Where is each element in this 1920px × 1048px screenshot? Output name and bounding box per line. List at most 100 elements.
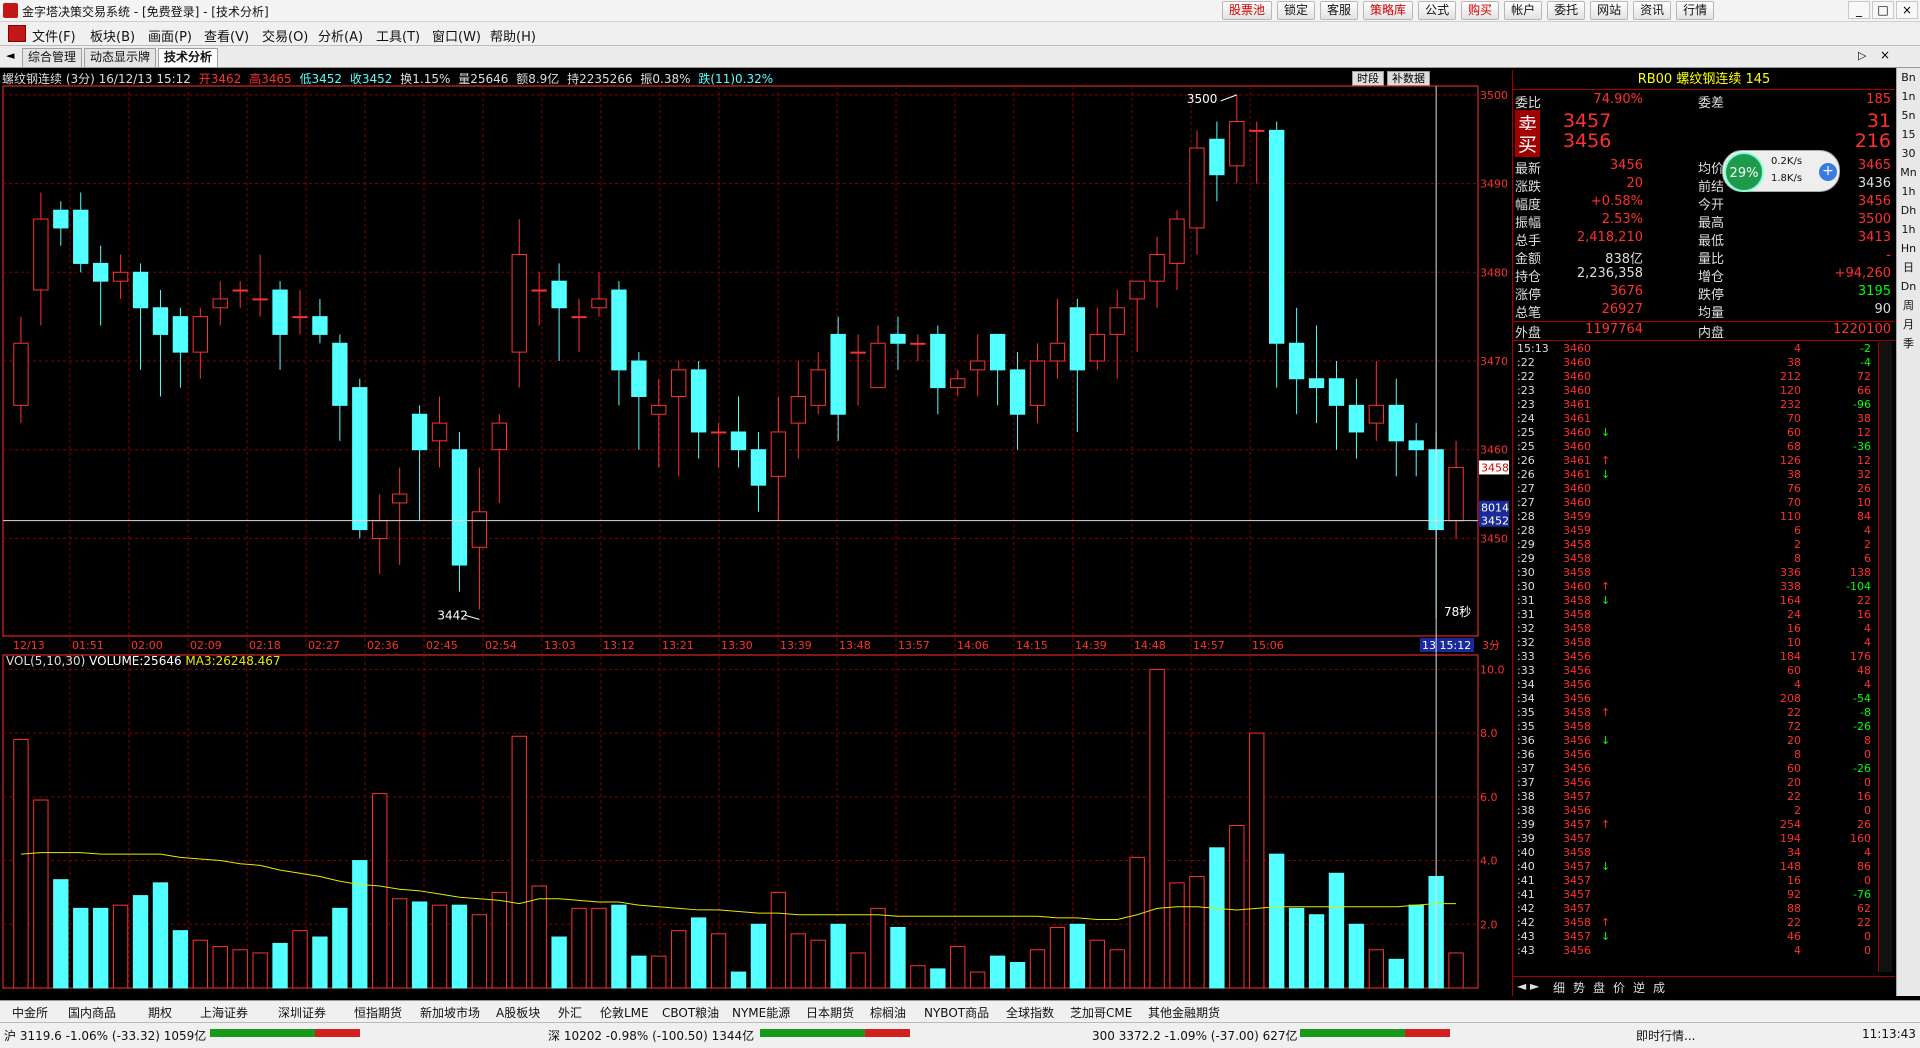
market-tab-11[interactable]: NYME能源 bbox=[732, 1004, 790, 1021]
quote-value: 3676 bbox=[1609, 284, 1643, 299]
top-button-10[interactable]: 行情 bbox=[1676, 1, 1715, 20]
market-tab-16[interactable]: 芝加哥CME bbox=[1070, 1004, 1132, 1021]
tick-time: :37 bbox=[1517, 776, 1535, 789]
footer-nav-icons[interactable]: ◄ ► bbox=[1517, 979, 1539, 993]
minimize-icon[interactable]: _ bbox=[1848, 1, 1870, 19]
footer-tab-0[interactable]: 细 bbox=[1553, 979, 1565, 996]
period-button-12[interactable]: 周 bbox=[1897, 296, 1920, 315]
top-button-9[interactable]: 资讯 bbox=[1633, 1, 1672, 20]
top-button-5[interactable]: 购买 bbox=[1461, 1, 1500, 20]
period-button-2[interactable]: 5n bbox=[1897, 106, 1920, 125]
tick-row: :40 3457 ↓ 148 86 bbox=[1513, 860, 1895, 874]
tick-scrollbar[interactable] bbox=[1878, 342, 1892, 972]
market-tab-4[interactable]: 深圳证券 bbox=[278, 1004, 326, 1021]
top-button-4[interactable]: 公式 bbox=[1418, 1, 1457, 20]
market-tab-6[interactable]: 新加坡市场 bbox=[420, 1004, 480, 1021]
period-button-10[interactable]: 日 bbox=[1897, 258, 1920, 277]
quote-value2: +94,260 bbox=[1834, 266, 1891, 281]
candle-body bbox=[1189, 147, 1205, 229]
top-button-0[interactable]: 股票池 bbox=[1222, 1, 1273, 20]
top-button-1[interactable]: 锁定 bbox=[1277, 1, 1316, 20]
footer-tab-4[interactable]: 逆 bbox=[1633, 979, 1645, 996]
footer-tab-1[interactable]: 势 bbox=[1573, 979, 1585, 996]
period-button-1[interactable]: 1n bbox=[1897, 87, 1920, 106]
period-button-0[interactable]: Bn bbox=[1897, 68, 1920, 87]
tab-close-icon[interactable]: × bbox=[1880, 48, 1890, 62]
menu-item-0[interactable]: 文件(F) bbox=[32, 26, 76, 45]
quote-label: 涨跌 bbox=[1515, 180, 1542, 195]
footer-tab-5[interactable]: 成 bbox=[1653, 979, 1665, 996]
menu-item-2[interactable]: 画面(P) bbox=[148, 26, 192, 45]
tab-scroll-left-icon[interactable]: ◄ bbox=[6, 49, 14, 62]
high-annotation: 3500 bbox=[1187, 92, 1218, 106]
candle-body bbox=[1029, 360, 1046, 406]
menu-item-7[interactable]: 窗口(W) bbox=[432, 26, 481, 45]
top-button-7[interactable]: 委托 bbox=[1547, 1, 1586, 20]
market-tab-14[interactable]: NYBOT商品 bbox=[924, 1004, 989, 1021]
close-icon[interactable]: × bbox=[1896, 1, 1918, 19]
market-tab-9[interactable]: 伦敦LME bbox=[600, 1004, 649, 1021]
candlestick-chart[interactable]: 3500 3490 3480 3470 3460 3450 12/13 01:51 02:00 0… bbox=[0, 68, 1510, 998]
period-button-13[interactable]: 月 bbox=[1897, 315, 1920, 334]
top-button-6[interactable]: 帐户 bbox=[1504, 1, 1543, 20]
volume-bar bbox=[1189, 875, 1205, 989]
market-tab-5[interactable]: 恒指期货 bbox=[354, 1004, 402, 1021]
tab-2[interactable]: 技术分析 bbox=[158, 48, 219, 67]
tick-delta: 176 bbox=[1850, 650, 1871, 663]
tick-volume: 38 bbox=[1787, 468, 1801, 481]
period-button-5[interactable]: Mn bbox=[1897, 163, 1920, 182]
maximize-icon[interactable]: □ bbox=[1872, 1, 1894, 19]
period-button-9[interactable]: Hn bbox=[1897, 239, 1920, 258]
candle-body bbox=[671, 369, 687, 397]
quote-value2: 3500 bbox=[1857, 212, 1891, 227]
top-button-8[interactable]: 网站 bbox=[1590, 1, 1629, 20]
market-tab-12[interactable]: 日本期货 bbox=[806, 1004, 854, 1021]
quote-value: 2,236,358 bbox=[1576, 266, 1643, 281]
menu-item-3[interactable]: 查看(V) bbox=[204, 26, 249, 45]
period-button-4[interactable]: 30 bbox=[1897, 144, 1920, 163]
market-tab-17[interactable]: 其他金融期货 bbox=[1148, 1004, 1220, 1021]
tick-volume: 70 bbox=[1787, 496, 1801, 509]
vol-tick-label: 10.0 bbox=[1480, 663, 1505, 676]
menu-item-1[interactable]: 板块(B) bbox=[90, 26, 135, 45]
market-tab-13[interactable]: 棕榈油 bbox=[870, 1004, 906, 1021]
menu-item-8[interactable]: 帮助(H) bbox=[490, 26, 536, 45]
plus-icon[interactable]: + bbox=[1819, 163, 1837, 181]
market-tab-10[interactable]: CBOT粮油 bbox=[662, 1004, 719, 1021]
market-tab-0[interactable]: 中金所 bbox=[12, 1004, 48, 1021]
footer-tab-2[interactable]: 盘 bbox=[1593, 979, 1605, 996]
tick-price: 3457 bbox=[1563, 930, 1591, 943]
tick-volume: 76 bbox=[1787, 482, 1801, 495]
menu-item-5[interactable]: 分析(A) bbox=[318, 26, 363, 45]
period-button-11[interactable]: Dn bbox=[1897, 277, 1920, 296]
menu-item-4[interactable]: 交易(O) bbox=[262, 26, 308, 45]
period-button-8[interactable]: 1h bbox=[1897, 220, 1920, 239]
tick-volume: 4 bbox=[1794, 678, 1801, 691]
tab-scroll-right-icon[interactable]: ▷ bbox=[1858, 49, 1866, 62]
footer-tab-3[interactable]: 价 bbox=[1613, 979, 1625, 996]
market-tab-1[interactable]: 国内商品 bbox=[68, 1004, 116, 1021]
period-button-7[interactable]: Dh bbox=[1897, 201, 1920, 220]
market-tab-3[interactable]: 上海证券 bbox=[200, 1004, 248, 1021]
quote-row: 卖 3457 31 bbox=[1513, 110, 1895, 137]
period-button-14[interactable]: 季 bbox=[1897, 334, 1920, 353]
tick-row: :31 3458 ↓ 164 22 bbox=[1513, 594, 1895, 608]
candle-body bbox=[112, 271, 129, 282]
tab-1[interactable]: 动态显示牌 bbox=[84, 48, 157, 67]
tab-0[interactable]: 综合管理 bbox=[22, 48, 83, 67]
volume-bar bbox=[870, 907, 886, 989]
top-button-2[interactable]: 客服 bbox=[1320, 1, 1359, 20]
market-tab-8[interactable]: 外汇 bbox=[558, 1004, 582, 1021]
market-tab-7[interactable]: A股板块 bbox=[496, 1004, 540, 1021]
period-button-3[interactable]: 15 bbox=[1897, 125, 1920, 144]
quote-label2: 今开 bbox=[1698, 198, 1725, 213]
notice-text[interactable]: 即时行情... bbox=[1636, 1027, 1695, 1044]
top-button-3[interactable]: 策略库 bbox=[1363, 1, 1414, 20]
market-tab-15[interactable]: 全球指数 bbox=[1006, 1004, 1054, 1021]
period-button-6[interactable]: 1h bbox=[1897, 182, 1920, 201]
menu-item-6[interactable]: 工具(T) bbox=[376, 26, 420, 45]
tick-time: :26 bbox=[1517, 454, 1535, 467]
market-tab-2[interactable]: 期权 bbox=[148, 1004, 172, 1021]
network-speed-badge[interactable]: 29% 0.2K/s 1.8K/s + bbox=[1722, 150, 1840, 192]
candle-body bbox=[950, 378, 966, 389]
